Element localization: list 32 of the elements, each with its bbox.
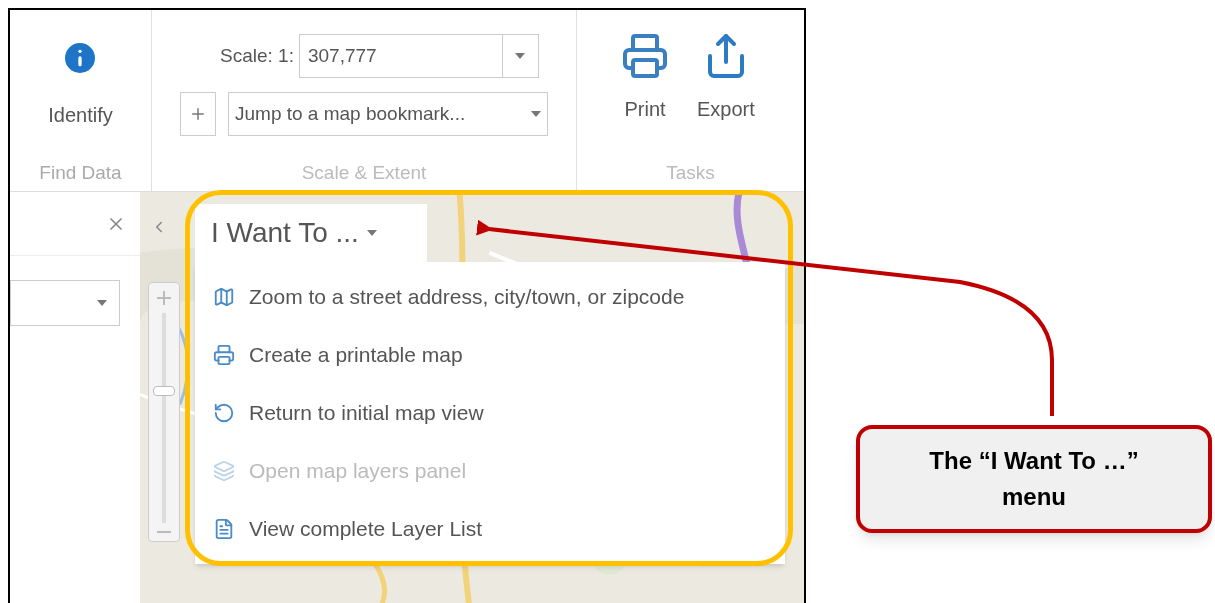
scale-field[interactable]: 307,777 [298, 34, 539, 78]
group-label: Tasks [666, 160, 715, 185]
map-icon [213, 286, 235, 308]
menu-item[interactable]: Zoom to a street address, city/town, or zipcode [195, 268, 785, 326]
group-label: Find Data [39, 160, 122, 185]
scale-label: Scale: 1: [220, 43, 294, 68]
layers-icon [213, 460, 235, 482]
caret-icon [97, 300, 107, 306]
menu-item[interactable]: Return to initial map view [195, 384, 785, 442]
callout-text: The “I Want To …” [929, 446, 1139, 476]
print-button[interactable]: Print [621, 32, 669, 159]
plus-icon [189, 105, 207, 123]
caret-icon [515, 53, 526, 59]
printer-icon [621, 32, 669, 80]
add-button[interactable] [180, 92, 216, 136]
plus-icon [157, 291, 171, 305]
zoom-thumb[interactable] [153, 385, 175, 396]
dropdown[interactable] [10, 280, 120, 326]
menu-item[interactable]: Create a printable map [195, 326, 785, 384]
identify-button[interactable]: Identify [48, 100, 113, 130]
callout-text: menu [1002, 482, 1066, 512]
caret-icon [531, 111, 541, 117]
export-button[interactable]: Export [697, 32, 755, 159]
list-icon [213, 518, 235, 540]
printer-icon [213, 344, 235, 366]
group-label: Scale & Extent [301, 160, 427, 185]
rotate-icon [213, 402, 235, 424]
i-want-to-tab[interactable]: I Want To ... [195, 204, 427, 262]
bookmark-dropdown[interactable]: Jump to a map bookmark... [228, 92, 548, 136]
caret-icon [366, 230, 377, 236]
minus-icon [157, 531, 171, 533]
menu-item[interactable]: View complete Layer List [195, 500, 785, 558]
